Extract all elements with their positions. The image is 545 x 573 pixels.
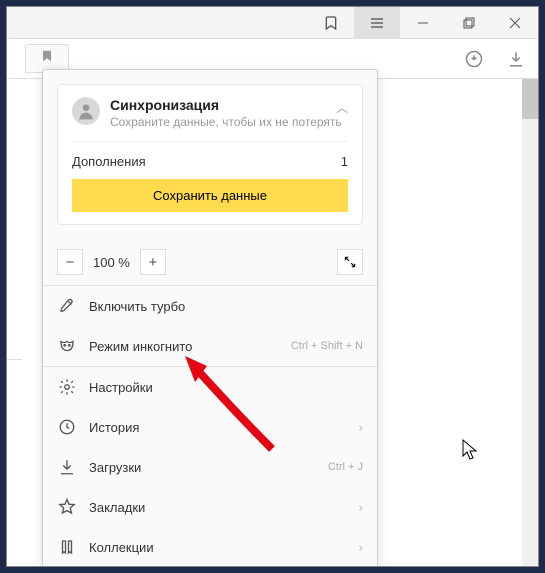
main-menu-dropdown: Синхронизация Сохраните данные, чтобы их…: [42, 69, 378, 567]
shortcut-hint: Ctrl + Shift + N: [291, 340, 363, 352]
menu-item-collections[interactable]: Коллекции ›: [43, 527, 377, 567]
scrollbar[interactable]: [522, 79, 538, 566]
download-arrow-icon[interactable]: [504, 47, 528, 71]
sync-card: Синхронизация Сохраните данные, чтобы их…: [57, 84, 363, 225]
collections-icon: [57, 537, 77, 557]
zoom-in-button[interactable]: +: [140, 249, 166, 275]
addons-count: 1: [341, 154, 348, 169]
menu-label: Режим инкогнито: [89, 339, 279, 354]
menu-label: Закладки: [89, 500, 346, 515]
sync-title: Синхронизация: [110, 97, 342, 113]
chevron-right-icon: ›: [358, 499, 363, 515]
scrollbar-thumb[interactable]: [522, 79, 538, 119]
menu-item-settings[interactable]: Настройки: [43, 367, 377, 407]
sync-subtitle: Сохраните данные, чтобы их не потерять: [110, 115, 342, 129]
sync-header: Синхронизация Сохраните данные, чтобы их…: [72, 97, 348, 129]
chevron-right-icon: ›: [358, 419, 363, 435]
menu-item-history[interactable]: История ›: [43, 407, 377, 447]
close-button[interactable]: [492, 7, 538, 39]
minimize-button[interactable]: [400, 7, 446, 39]
maximize-button[interactable]: [446, 7, 492, 39]
download-icon: [57, 457, 77, 477]
menu-label: История: [89, 420, 346, 435]
menu-label: Загрузки: [89, 460, 316, 475]
chevron-right-icon: ›: [358, 539, 363, 555]
cursor-icon: [462, 439, 478, 461]
menu-item-downloads[interactable]: Загрузки Ctrl + J: [43, 447, 377, 487]
gear-icon: [57, 377, 77, 397]
browser-window: Дру лиен Синхронизация Сохраните данные,…: [6, 6, 539, 567]
menu-label: Включить турбо: [89, 299, 363, 314]
content-area: Дру лиен Синхронизация Сохраните данные,…: [7, 79, 538, 566]
avatar-icon: [72, 97, 100, 125]
menu-item-incognito[interactable]: Режим инкогнито Ctrl + Shift + N: [43, 326, 377, 366]
save-data-button[interactable]: Сохранить данные: [72, 179, 348, 212]
rocket-icon: [57, 296, 77, 316]
menu-item-bookmarks[interactable]: Закладки ›: [43, 487, 377, 527]
zoom-controls: − 100 % +: [43, 239, 377, 285]
clock-icon: [57, 417, 77, 437]
star-icon: [57, 497, 77, 517]
menu-label: Настройки: [89, 380, 363, 395]
addons-label: Дополнения: [72, 154, 146, 169]
zoom-value: 100 %: [89, 255, 134, 270]
titlebar: [7, 7, 538, 39]
hamburger-menu-button[interactable]: [354, 7, 400, 39]
sync-addons-row[interactable]: Дополнения 1: [72, 141, 348, 179]
chevron-up-icon[interactable]: ︿: [336, 99, 348, 116]
bookmark-page-icon[interactable]: [308, 7, 354, 39]
menu-item-turbo[interactable]: Включить турбо: [43, 286, 377, 326]
fullscreen-button[interactable]: [337, 249, 363, 275]
mask-icon: [57, 336, 77, 356]
shortcut-hint: Ctrl + J: [328, 461, 363, 473]
separator: [6, 359, 22, 360]
menu-label: Коллекции: [89, 540, 346, 555]
zoom-out-button[interactable]: −: [57, 249, 83, 275]
downloads-icon[interactable]: [462, 47, 486, 71]
